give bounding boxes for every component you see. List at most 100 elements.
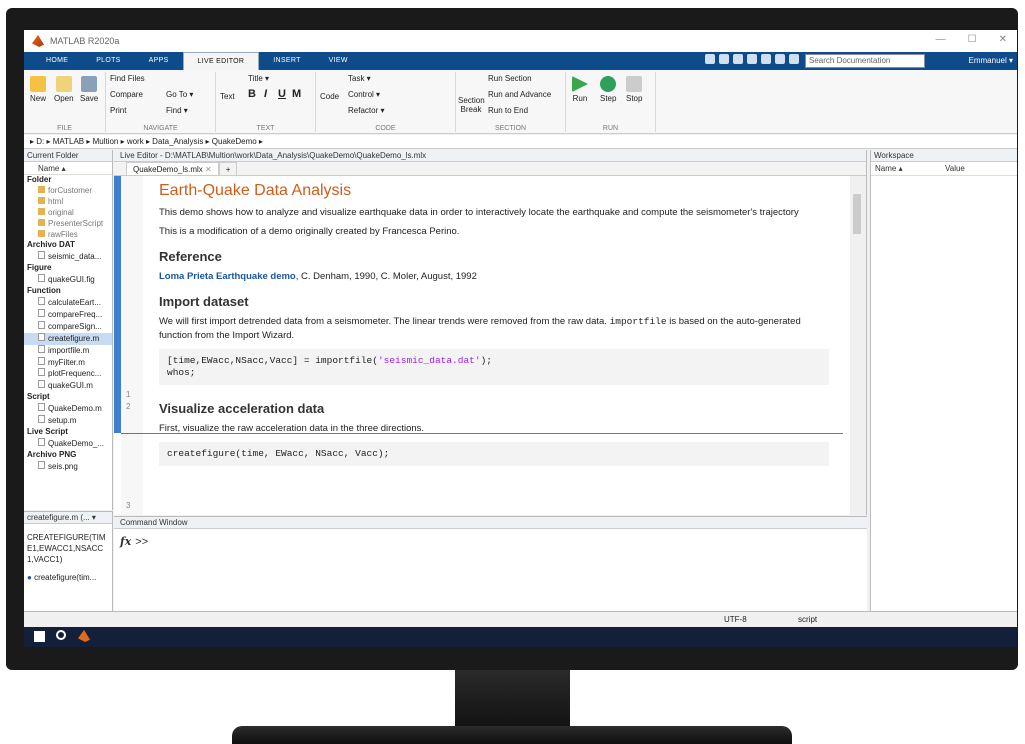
save-icon[interactable]	[705, 54, 715, 64]
run-to-end-button[interactable]: Run to End	[488, 106, 528, 115]
stop-button[interactable]: Stop	[626, 76, 642, 103]
code-block-visualize[interactable]: createfigure(time, EWacc, NSacc, Vacc);	[159, 442, 829, 466]
tree-item[interactable]: plotFrequenc...	[24, 368, 112, 380]
paste-icon[interactable]	[747, 54, 757, 64]
new-tab-button[interactable]: +	[218, 162, 238, 175]
tree-group[interactable]: Function	[24, 286, 112, 297]
run-and-advance-button[interactable]: Run and Advance	[488, 90, 551, 99]
current-folder-panel: Current Folder Name ▴ Folder forCustomer h…	[24, 150, 113, 510]
tree-item-label: plotFrequenc...	[48, 369, 102, 379]
fx-icon[interactable]: fx	[120, 535, 131, 548]
run-button[interactable]: Run	[572, 76, 588, 103]
redo-icon[interactable]	[775, 54, 785, 64]
run-section-button[interactable]: Run Section	[488, 74, 532, 83]
tree-item[interactable]: compareFreq...	[24, 308, 112, 321]
tab-apps[interactable]: APPS	[135, 52, 183, 70]
text-button[interactable]: Text	[220, 92, 235, 101]
help-icon[interactable]	[789, 54, 799, 64]
workspace-value-column[interactable]: Value	[941, 162, 965, 175]
open-button[interactable]: Open	[54, 76, 74, 103]
command-window[interactable]: Command Window fx >>	[114, 516, 867, 611]
minimize-icon[interactable]: —	[936, 34, 946, 45]
close-icon[interactable]: ✕	[999, 34, 1007, 45]
visualize-paragraph: First, visualize the raw acceleration da…	[159, 423, 425, 434]
italic-button[interactable]: I	[264, 88, 267, 100]
code-block-import[interactable]: [time,EWacc,NSacc,Vacc] = importfile('se…	[159, 349, 829, 385]
cut-icon[interactable]	[719, 54, 729, 64]
tree-item[interactable]: quakeGUI.fig	[24, 274, 112, 286]
tree-item[interactable]: original	[24, 207, 112, 219]
tree-item[interactable]: html	[24, 196, 112, 208]
tree-item[interactable]: PresenterScript	[24, 218, 112, 230]
control-button[interactable]: Control ▾	[348, 90, 380, 99]
reference-link[interactable]: Loma Prieta Earthquake demo	[159, 271, 296, 282]
tree-item[interactable]: quakeGUI.m	[24, 380, 112, 392]
tree-item[interactable]: seis.png	[24, 460, 112, 473]
refactor-button[interactable]: Refactor ▾	[348, 106, 384, 115]
tab-home[interactable]: HOME	[32, 52, 82, 70]
scrollbar-thumb[interactable]	[853, 194, 861, 234]
title-style-button[interactable]: Title ▾	[248, 74, 269, 83]
user-menu[interactable]: Emmanuel ▾	[969, 54, 1013, 68]
code-button[interactable]: Code	[320, 92, 339, 101]
find-button[interactable]: Find ▾	[166, 106, 188, 115]
line-number: 3	[126, 501, 131, 510]
bold-button[interactable]: B	[248, 88, 256, 100]
tree-group[interactable]: Live Script	[24, 427, 112, 438]
matlab-logo-icon	[32, 35, 44, 47]
details-file-selector[interactable]: createfigure.m (... ▾	[24, 512, 112, 524]
tree-group[interactable]: Figure	[24, 263, 112, 274]
tab-view[interactable]: VIEW	[315, 52, 362, 70]
windows-start-icon[interactable]	[34, 631, 45, 642]
tree-group[interactable]: Archivo PNG	[24, 450, 112, 461]
file-icon	[38, 332, 45, 341]
editor-tab-quakedemo[interactable]: QuakeDemo_ls.mlx ✕	[126, 162, 219, 175]
new-button[interactable]: New	[30, 76, 46, 103]
save-button[interactable]: Save	[80, 76, 98, 103]
tree-item[interactable]: createfigure.m	[24, 332, 112, 345]
tree-item[interactable]: forCustomer	[24, 185, 112, 197]
workspace-name-column[interactable]: Name ▴	[871, 162, 941, 175]
tree-item[interactable]: calculateEart...	[24, 296, 112, 309]
name-column-header[interactable]: Name ▴	[24, 162, 112, 175]
tab-live-editor[interactable]: LIVE EDITOR	[182, 52, 260, 70]
search-documentation-input[interactable]: Search Documentation	[805, 54, 925, 68]
tree-item[interactable]: seismic_data...	[24, 251, 112, 263]
code-line-1: [time,EWacc,NSacc,Vacc] = importfile('se…	[167, 355, 492, 366]
function-link[interactable]: ● createfigure(tim...	[24, 573, 112, 582]
section-break-button[interactable]: Section Break	[458, 96, 485, 114]
tree-item[interactable]: rawFiles	[24, 229, 112, 241]
task-button[interactable]: Task ▾	[348, 74, 371, 83]
address-bar[interactable]: ▸ D: ▸ MATLAB ▸ Multion ▸ work ▸ Data_An…	[24, 135, 1017, 149]
search-icon[interactable]	[56, 630, 66, 640]
goto-button[interactable]: Go To ▾	[166, 90, 193, 99]
print-button[interactable]: Print	[110, 106, 126, 115]
find-files-button[interactable]: Find Files	[110, 74, 145, 83]
copy-icon[interactable]	[733, 54, 743, 64]
window-title: MATLAB R2020a	[50, 36, 120, 46]
monospace-button[interactable]: M	[292, 88, 301, 100]
tree-item[interactable]: compareSign...	[24, 320, 112, 333]
command-prompt[interactable]: fx >>	[120, 535, 148, 548]
tree-item[interactable]: QuakeDemo.m	[24, 403, 112, 415]
tree-item-label: QuakeDemo_...	[48, 438, 105, 448]
tree-item[interactable]: importfile.m	[24, 344, 112, 357]
step-button[interactable]: Step	[600, 76, 616, 103]
tree-group[interactable]: Folder	[24, 175, 112, 186]
modification-paragraph: This is a modification of a demo origina…	[159, 226, 460, 237]
tree-item[interactable]: setup.m	[24, 415, 112, 427]
tree-group[interactable]: Archivo DAT	[24, 240, 112, 251]
close-tab-icon[interactable]: ✕	[205, 165, 212, 174]
tree-item[interactable]: myFilter.m	[24, 356, 112, 369]
document-content[interactable]: Earth-Quake Data Analysis This demo show…	[159, 182, 829, 470]
compare-button[interactable]: Compare	[110, 90, 143, 99]
maximize-icon[interactable]: ☐	[968, 34, 977, 45]
editor-scrollbar[interactable]	[850, 176, 866, 515]
matlab-taskbar-icon[interactable]	[78, 630, 90, 642]
tab-insert[interactable]: INSERT	[259, 52, 314, 70]
tree-group[interactable]: Script	[24, 392, 112, 403]
underline-button[interactable]: U	[278, 88, 286, 100]
tree-item[interactable]: QuakeDemo_...	[24, 437, 112, 450]
tab-plots[interactable]: PLOTS	[82, 52, 134, 70]
undo-icon[interactable]	[761, 54, 771, 64]
